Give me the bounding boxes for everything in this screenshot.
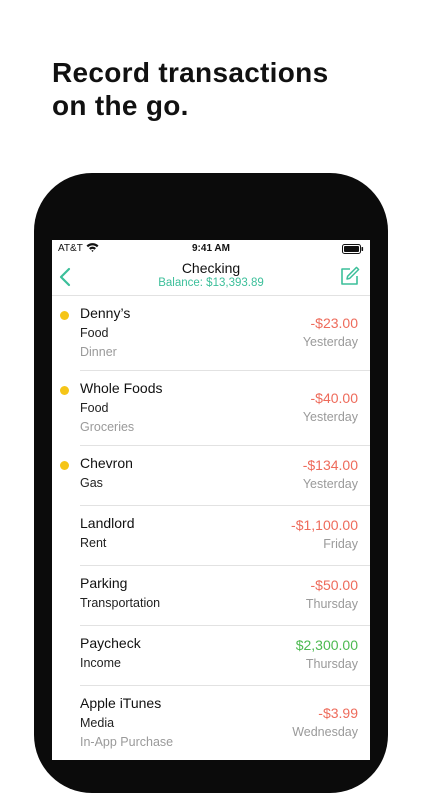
transaction-payee: Paycheck xyxy=(80,635,141,651)
transaction-note: Dinner xyxy=(80,345,117,359)
transaction-date: Thursday xyxy=(305,597,358,611)
transaction-amount: -$134.00 xyxy=(302,457,358,473)
transaction-amount: -$23.00 xyxy=(310,315,358,331)
battery-icon xyxy=(342,244,364,254)
transaction-amount: -$1,100.00 xyxy=(291,517,358,533)
transaction-note: In-App Purchase xyxy=(80,735,174,749)
transaction-row[interactable]: Parking Transportation -$50.00 Thursday xyxy=(80,566,370,626)
headline: Record transactions on the go. xyxy=(52,56,328,122)
navigation-bar: Checking Balance: $13,393.89 xyxy=(52,258,370,296)
phone-screen: AT&T 9:41 AM Checking Balance: $13,393.8… xyxy=(52,240,370,760)
transaction-amount: -$50.00 xyxy=(310,577,358,593)
status-bar: AT&T 9:41 AM xyxy=(52,240,370,258)
transaction-payee: Whole Foods xyxy=(80,380,163,396)
transaction-payee: Apple iTunes xyxy=(80,695,162,711)
transaction-row[interactable]: Apple iTunes Media In-App Purchase -$3.9… xyxy=(80,686,370,760)
transaction-amount: $2,300.00 xyxy=(295,637,358,653)
transaction-date: Friday xyxy=(323,537,358,551)
transaction-row[interactable]: Landlord Rent -$1,100.00 Friday xyxy=(80,506,370,566)
account-balance: Balance: $13,393.89 xyxy=(158,277,264,289)
transaction-category: Food xyxy=(80,326,109,340)
transaction-date: Yesterday xyxy=(302,335,358,349)
transaction-row[interactable]: Denny’s Food Dinner -$23.00 Yesterday xyxy=(60,296,370,371)
transaction-payee: Landlord xyxy=(80,515,135,531)
transaction-list: Denny’s Food Dinner -$23.00 Yesterday Wh… xyxy=(52,296,370,760)
transaction-category: Gas xyxy=(80,476,103,490)
headline-line-2: on the go. xyxy=(52,90,189,121)
transaction-category: Media xyxy=(80,716,115,730)
transaction-row[interactable]: Whole Foods Food Groceries -$40.00 Yeste… xyxy=(60,371,370,446)
transaction-row[interactable]: Paycheck Income $2,300.00 Thursday xyxy=(80,626,370,686)
headline-line-1: Record transactions xyxy=(52,57,329,88)
transaction-row[interactable]: Chevron Gas -$134.00 Yesterday xyxy=(60,446,370,506)
status-time: 9:41 AM xyxy=(192,243,230,254)
pending-dot xyxy=(60,386,69,395)
transaction-date: Yesterday xyxy=(302,477,358,491)
transaction-category: Income xyxy=(80,656,121,670)
transaction-category: Transportation xyxy=(80,596,161,610)
transaction-payee: Denny’s xyxy=(80,305,131,321)
transaction-amount: -$40.00 xyxy=(310,390,358,406)
transaction-payee: Chevron xyxy=(80,455,133,471)
transaction-date: Thursday xyxy=(305,657,358,671)
transaction-category: Rent xyxy=(80,536,107,550)
transaction-amount: -$3.99 xyxy=(318,705,358,721)
pending-dot xyxy=(60,461,69,470)
account-title: Checking xyxy=(181,260,241,276)
transaction-date: Yesterday xyxy=(302,410,358,424)
pending-dot xyxy=(60,311,69,320)
transaction-payee: Parking xyxy=(80,575,128,591)
transaction-category: Food xyxy=(80,401,109,415)
transaction-date: Wednesday xyxy=(292,725,358,739)
compose-icon[interactable] xyxy=(339,265,361,287)
transaction-note: Groceries xyxy=(80,420,135,434)
